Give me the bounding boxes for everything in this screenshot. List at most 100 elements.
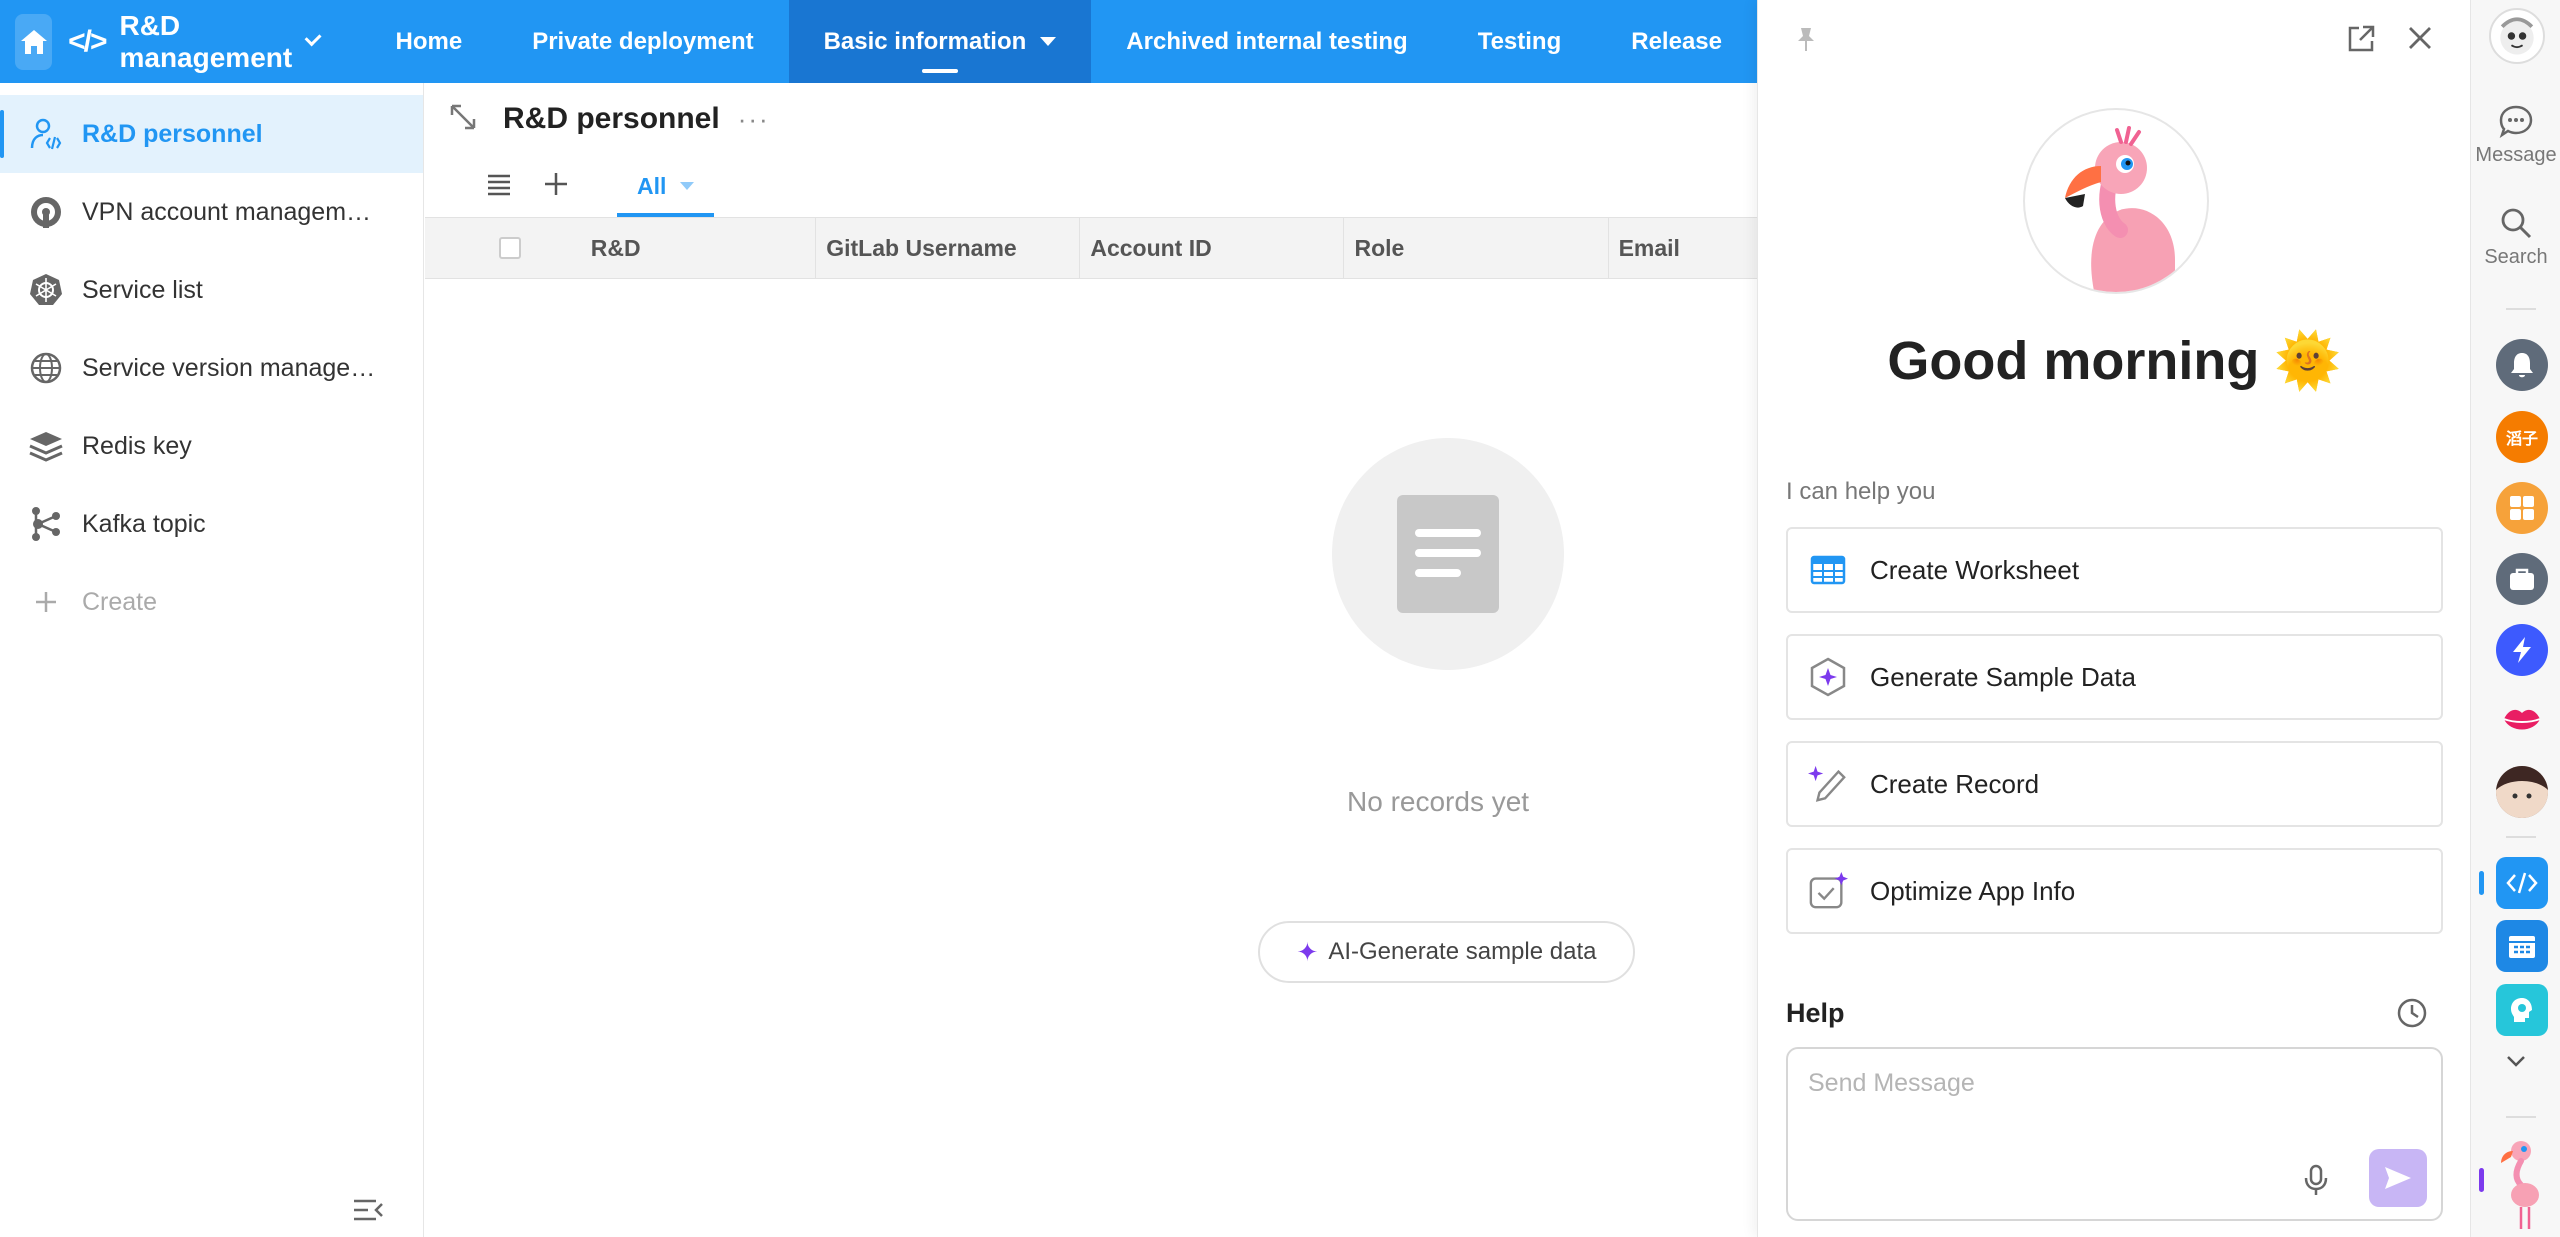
view-bar: All — [425, 155, 1757, 217]
list-icon[interactable] — [485, 172, 513, 201]
worksheet-icon — [1808, 550, 1848, 590]
optimize-app-info-button[interactable]: Optimize App Info — [1786, 848, 2443, 934]
top-nav-bar: </> R&D management Home Private deployme… — [0, 0, 1757, 83]
greeting-heading: Good morning 🌞 — [1758, 330, 2471, 393]
suggestion-label: Optimize App Info — [1870, 875, 2076, 906]
table-header: R&D GitLab Username Account ID Role Emai… — [425, 217, 1757, 279]
page-header: R&D personnel ··· — [425, 83, 1757, 155]
close-icon[interactable] — [2406, 24, 2434, 57]
divider — [2506, 836, 2536, 838]
add-view-icon[interactable] — [543, 171, 569, 202]
grid-app-icon[interactable] — [2496, 482, 2548, 534]
rail-label: Search — [2484, 246, 2548, 268]
rd-management-app-icon[interactable] — [2496, 857, 2548, 909]
calendar-app-icon[interactable] — [2496, 920, 2548, 972]
tab-testing[interactable]: Testing — [1443, 0, 1597, 83]
sidebar-item-service-version[interactable]: Service version manage… — [0, 329, 423, 407]
globe-icon — [26, 348, 66, 388]
developer-icon — [26, 114, 66, 154]
person-avatar[interactable] — [2496, 766, 2548, 818]
kubernetes-icon — [26, 270, 66, 310]
ai-generate-sample-data-button[interactable]: ✦ AI-Generate sample data — [1258, 921, 1635, 983]
plus-icon — [26, 582, 66, 622]
search-nav[interactable]: Search — [2471, 206, 2560, 269]
message-input[interactable] — [1808, 1069, 2368, 1098]
more-options-icon[interactable]: ··· — [738, 104, 770, 135]
sidebar-create-button[interactable]: Create — [0, 563, 423, 641]
chevron-down-icon[interactable] — [304, 28, 322, 47]
message-nav[interactable]: Message — [2471, 104, 2560, 167]
column-header[interactable]: Email — [1609, 217, 1757, 279]
layers-icon — [26, 426, 66, 466]
head-gear-app-icon[interactable] — [2496, 984, 2548, 1036]
open-external-icon[interactable] — [2346, 24, 2376, 59]
assistant-active-indicator — [2479, 1168, 2484, 1192]
home-button[interactable] — [15, 13, 53, 70]
notification-app-icon[interactable] — [2496, 339, 2548, 391]
sidebar-item-label: Kafka topic — [82, 509, 206, 538]
expand-icon[interactable] — [449, 103, 477, 136]
sidebar-item-label: R&D personnel — [82, 119, 263, 148]
search-icon — [2501, 208, 2532, 239]
chip-text: 滔子 — [2505, 431, 2538, 448]
tab-basic-information[interactable]: Basic information — [788, 0, 1092, 83]
empty-state-illustration — [1332, 438, 1564, 670]
collapse-sidebar-icon[interactable] — [352, 1197, 384, 1223]
sidebar-item-service-list[interactable]: Service list — [0, 251, 423, 329]
sidebar-item-label: Service version manage… — [82, 353, 376, 382]
microphone-icon[interactable] — [2303, 1164, 2329, 1201]
assistant-avatar — [2023, 108, 2209, 294]
sidebar-item-label: Redis key — [82, 431, 192, 460]
send-icon — [2385, 1167, 2411, 1189]
tab-archived-internal-testing[interactable]: Archived internal testing — [1091, 0, 1442, 83]
right-rail: Message Search 滔子 — [2470, 0, 2560, 1237]
sample-data-icon — [1808, 657, 1848, 697]
send-button[interactable] — [2369, 1149, 2427, 1207]
briefcase-app-icon[interactable] — [2496, 553, 2548, 605]
caret-down-icon[interactable] — [680, 182, 695, 190]
column-header[interactable]: GitLab Username — [816, 217, 1081, 279]
user-avatar[interactable] — [2489, 8, 2545, 64]
select-all-checkbox[interactable] — [499, 237, 521, 259]
history-icon[interactable] — [2396, 997, 2428, 1034]
view-tab-all[interactable]: All — [617, 155, 715, 217]
suggestion-label: Create Record — [1870, 768, 2040, 799]
sidebar: R&D personnel VPN account managem… Servi… — [0, 83, 424, 1237]
generate-sample-data-button[interactable]: Generate Sample Data — [1786, 634, 2443, 720]
rail-label: Message — [2475, 144, 2557, 166]
tab-release[interactable]: Release — [1596, 0, 1757, 83]
sidebar-item-redis-key[interactable]: Redis key — [0, 407, 423, 485]
column-header[interactable]: R&D — [561, 217, 817, 279]
optimize-icon — [1808, 871, 1848, 911]
column-header[interactable]: Role — [1344, 217, 1609, 279]
column-header[interactable]: Account ID — [1080, 217, 1345, 279]
kafka-icon — [26, 504, 66, 544]
tab-home[interactable]: Home — [361, 0, 498, 83]
lips-app-icon[interactable] — [2496, 695, 2548, 747]
sidebar-item-label: Service list — [82, 275, 203, 304]
tab-private-deployment[interactable]: Private deployment — [497, 0, 788, 83]
pin-icon[interactable] — [1796, 26, 1816, 57]
sidebar-item-kafka-topic[interactable]: Kafka topic — [0, 485, 423, 563]
code-icon: </> — [68, 24, 107, 58]
lightning-app-icon[interactable] — [2496, 624, 2548, 676]
assistant-panel: Good morning 🌞 I can help you Create Wor… — [1757, 0, 2470, 1237]
sidebar-item-rd-personnel[interactable]: R&D personnel — [0, 95, 423, 173]
caret-down-icon[interactable] — [1040, 37, 1057, 46]
more-apps-chevron[interactable] — [2471, 1054, 2560, 1068]
divider — [2506, 1116, 2536, 1118]
create-record-button[interactable]: Create Record — [1786, 741, 2443, 827]
user-chip-icon[interactable]: 滔子 — [2496, 411, 2548, 463]
tab-label: Release — [1631, 27, 1722, 55]
vpn-icon — [26, 192, 66, 232]
nav-tabs: Home Private deployment Basic informatio… — [361, 0, 1758, 83]
sidebar-item-vpn-account[interactable]: VPN account managem… — [0, 173, 423, 251]
empty-state-text: No records yet — [1347, 786, 1530, 817]
active-indicator — [2479, 871, 2484, 895]
app-title[interactable]: R&D management — [119, 10, 292, 74]
tab-label: Home — [395, 27, 463, 55]
create-worksheet-button[interactable]: Create Worksheet — [1786, 527, 2443, 613]
help-you-label: I can help you — [1786, 478, 1936, 505]
create-record-icon — [1808, 764, 1848, 804]
flamingo-assistant-icon[interactable] — [2491, 1135, 2547, 1231]
